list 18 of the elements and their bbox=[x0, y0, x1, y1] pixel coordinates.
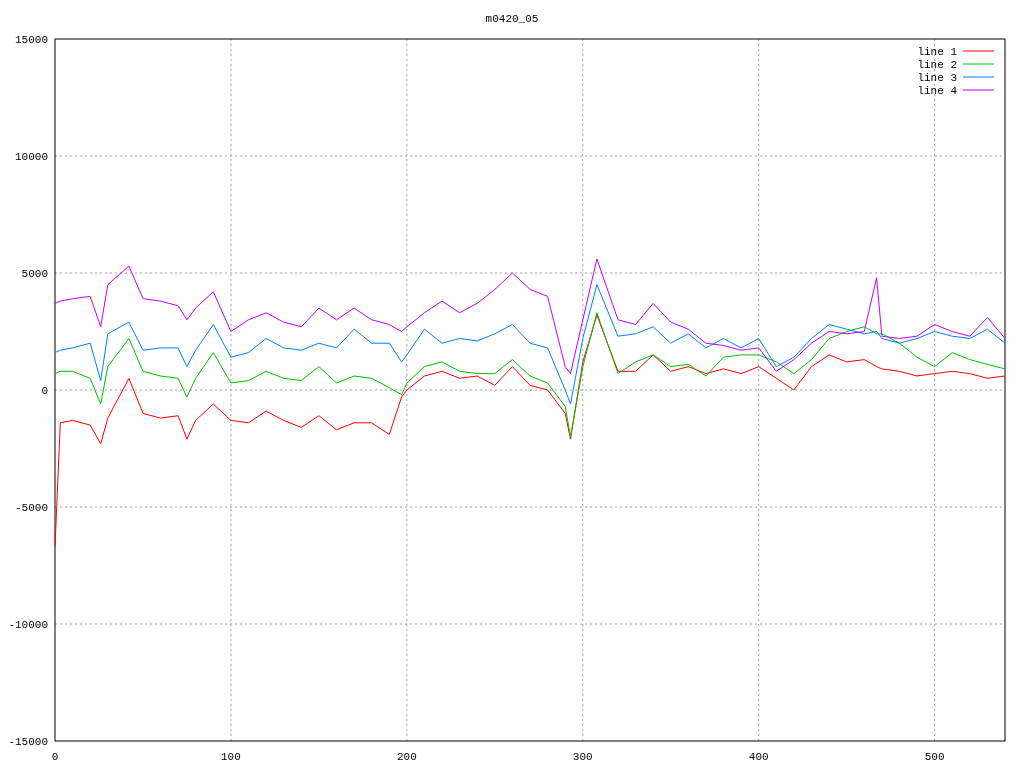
y-tick-label: 0 bbox=[41, 385, 48, 397]
y-tick-label: 10000 bbox=[15, 151, 48, 163]
y-tick-label: -15000 bbox=[8, 736, 48, 748]
x-tick-label: 500 bbox=[924, 751, 945, 763]
x-tick-label: 0 bbox=[51, 751, 59, 763]
chart-title: m0420_05 bbox=[485, 13, 539, 25]
y-tick-label: 15000 bbox=[15, 34, 48, 46]
legend-label: line 4 bbox=[917, 85, 957, 97]
legend-label: line 3 bbox=[917, 72, 957, 84]
y-tick-label: -5000 bbox=[15, 502, 48, 514]
x-tick-label: 100 bbox=[221, 751, 241, 763]
y-tick-label: -10000 bbox=[8, 619, 48, 631]
legend-label: line 2 bbox=[917, 59, 957, 71]
x-tick-label: 400 bbox=[748, 751, 769, 763]
legend-label: line 1 bbox=[917, 46, 957, 58]
x-tick-label: 300 bbox=[572, 751, 593, 763]
y-tick-label: 5000 bbox=[21, 268, 48, 280]
x-tick-label: 200 bbox=[396, 751, 417, 763]
